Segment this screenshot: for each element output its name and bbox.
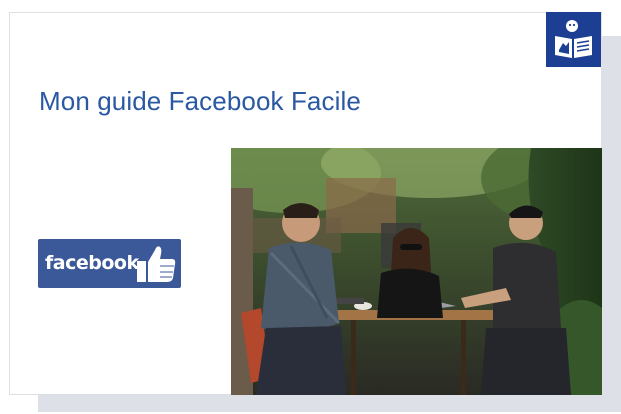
easy-read-badge [546, 12, 601, 67]
thumbs-up-icon [137, 246, 176, 282]
facebook-wordmark: facebook [45, 252, 139, 274]
easy-read-icon [546, 12, 601, 67]
page-title: Mon guide Facebook Facile [39, 86, 361, 116]
facebook-logo: facebook [38, 239, 181, 288]
cafe-photo [231, 148, 602, 395]
